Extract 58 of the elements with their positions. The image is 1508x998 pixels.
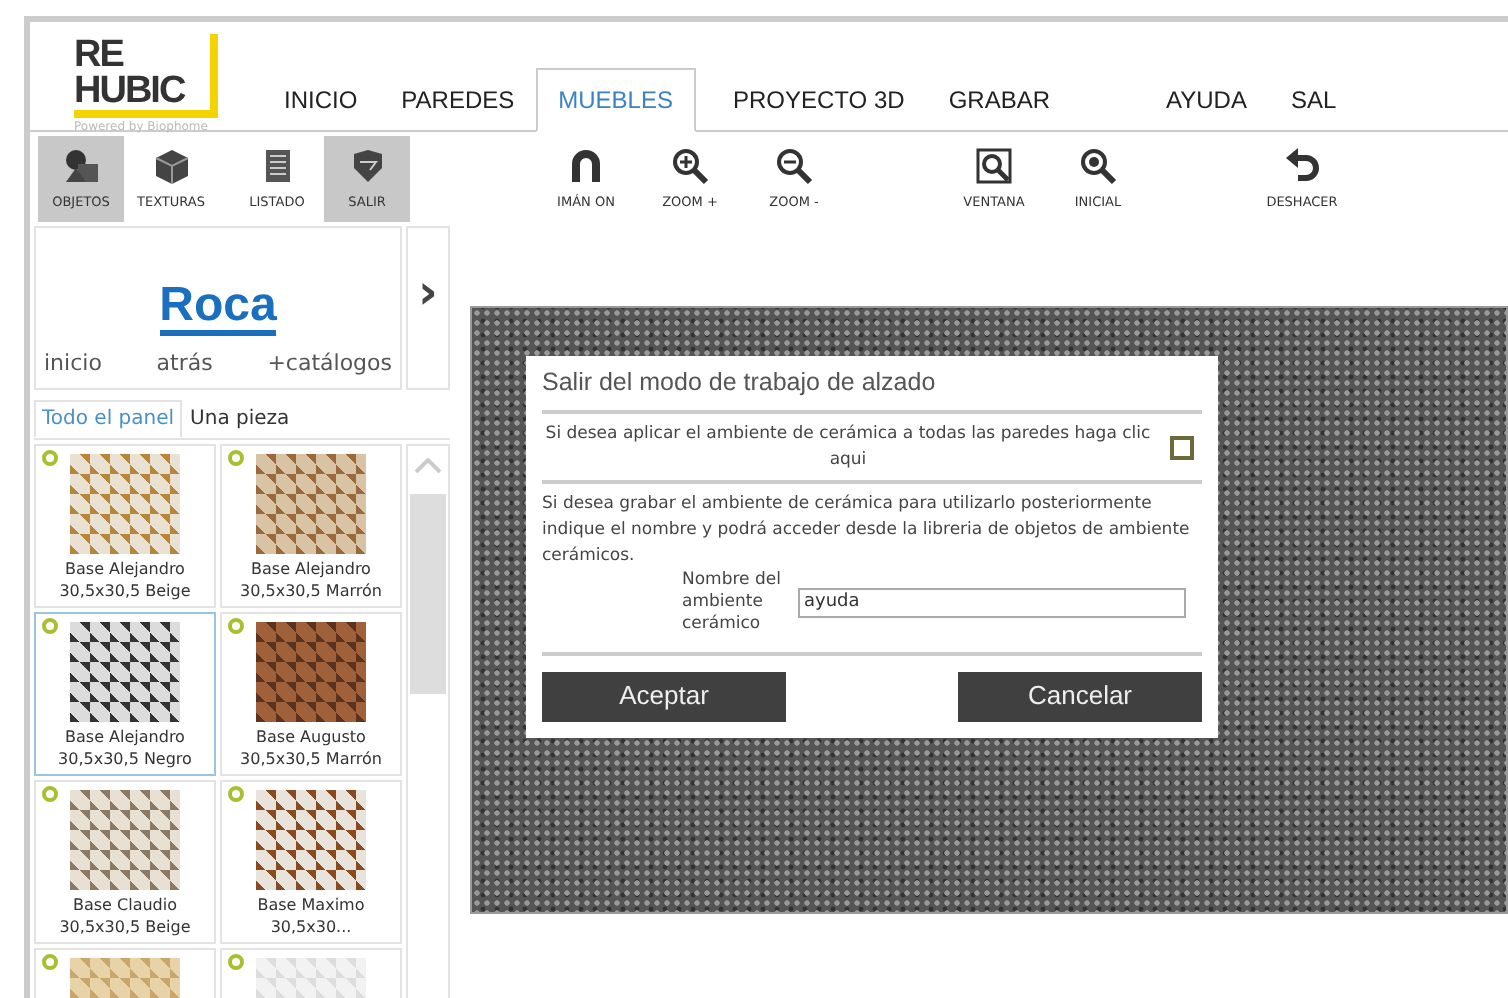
tile-name: Base Alejandro 30,5x30,5 Marrón — [238, 558, 384, 602]
logo: RE HUBIC — [74, 34, 218, 118]
status-dot — [228, 954, 244, 970]
tile-card[interactable]: Base Claudio 30,5x30,5 Beige — [34, 780, 216, 944]
name-input[interactable]: ayuda — [798, 587, 1186, 617]
tile-card[interactable]: Base Alejandro 30,5x30,5 Beige — [34, 444, 216, 608]
mosaic-picture — [256, 622, 366, 722]
zoom-reset-icon — [1078, 145, 1118, 186]
mosaic-picture — [70, 622, 180, 722]
tile-name: Base Alejandro 30,5x30,5 Negro — [56, 726, 194, 770]
menu-tab[interactable]: MUEBLES — [536, 68, 695, 132]
dialog-title: Salir del modo de trabajo de alzado — [542, 366, 938, 400]
magnet-icon — [566, 145, 606, 186]
dialog-button[interactable]: Aceptar — [542, 671, 786, 721]
tile-card[interactable]: Base Maximo 30,5x30... — [220, 780, 402, 944]
menu-tab[interactable]: PROYECTO 3D — [711, 68, 927, 132]
scroll-up-icon[interactable] — [414, 458, 442, 474]
menu-tab[interactable]: SAL — [1268, 68, 1359, 132]
status-dot — [228, 786, 244, 802]
status-dot — [42, 954, 58, 970]
tile-card[interactable]: Base Alejandro 30,5x30,5 Marrón — [220, 444, 402, 608]
tile-name: Base Maximo 30,5x30... — [255, 894, 367, 938]
apply-checkbox[interactable] — [1170, 435, 1194, 459]
mosaic-picture — [256, 454, 366, 554]
status-dot — [228, 450, 244, 466]
status-dot — [42, 786, 58, 802]
status-dot — [228, 618, 244, 634]
dialog-button[interactable]: Cancelar — [958, 671, 1202, 721]
brand-logo: Roca — [159, 281, 277, 335]
save-text: Si desea grabar el ambiente de cerámica para utilizarlo posteriormente indique el nombre y podrá acceder desde la libreria de objetos de ambiente cerámicos. — [542, 492, 1192, 569]
tile-name: Base Alejandro 30,5x30,5 Beige — [57, 558, 193, 602]
mosaic-picture — [70, 454, 180, 554]
zoom-out-icon — [774, 145, 814, 186]
mosaic-picture — [70, 790, 180, 890]
tile-name: Base Augusto 30,5x30,5 Marrón — [238, 726, 384, 770]
name-label: Nombre del ambiente cerámico — [682, 569, 782, 635]
zoom-in-icon — [670, 145, 710, 186]
status-dot — [42, 450, 58, 466]
catalog-link[interactable]: inicio — [44, 347, 102, 380]
next-button[interactable]: › — [406, 226, 450, 390]
undo-icon — [1282, 145, 1322, 186]
tile-name: Base Claudio 30,5x30,5 Beige — [57, 894, 193, 938]
status-dot — [42, 618, 58, 634]
apply-text: Si desea aplicar el ambiente de cerámica a todas las paredes haga clic aqui — [543, 421, 1153, 473]
shapes-icon — [61, 145, 101, 186]
tile-card[interactable]: Base Alejandro 30,5x30,5 Negro — [34, 612, 216, 776]
catalog-link[interactable]: +catálogos — [267, 347, 392, 380]
mosaic-picture — [256, 790, 366, 890]
scrollbar[interactable] — [406, 444, 450, 998]
tile-card[interactable]: Base Augusto 30,5x30,5 Marrón — [220, 612, 402, 776]
zoom-window-icon — [974, 145, 1014, 186]
menu-tab[interactable]: INICIO — [262, 68, 380, 132]
cube-icon — [151, 145, 191, 186]
panel-tab[interactable]: Una pieza — [182, 400, 298, 438]
catalog-link[interactable]: atrás — [156, 347, 213, 380]
menu-tab[interactable]: AYUDA — [1144, 68, 1269, 132]
menu-tab[interactable]: PAREDES — [379, 68, 537, 132]
menu-tab[interactable]: GRABAR — [926, 68, 1072, 132]
